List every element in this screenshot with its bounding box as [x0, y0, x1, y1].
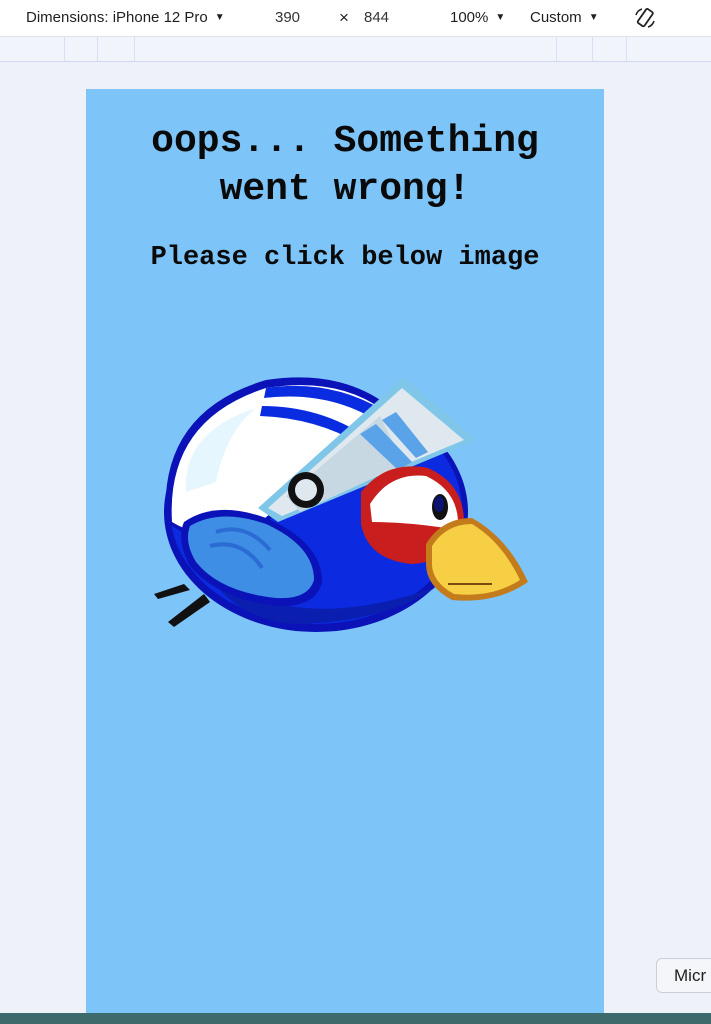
chevron-down-icon: ▼	[495, 12, 506, 23]
zoom-label: 100%	[450, 9, 489, 26]
device-label: Dimensions: iPhone 12 Pro	[26, 9, 208, 26]
device-toolbar: Dimensions: iPhone 12 Pro ▼ 390 × 844 10…	[0, 0, 711, 36]
chevron-down-icon: ▼	[588, 12, 599, 23]
page-title: oops... Something went wrong!	[86, 118, 604, 214]
rotate-device-icon	[635, 8, 655, 28]
ruler-segment	[134, 37, 135, 61]
side-button[interactable]: Micr	[656, 958, 711, 993]
media-query-ruler	[0, 36, 711, 62]
title-line-2: went wrong!	[219, 168, 471, 211]
ruler-segment	[626, 37, 627, 61]
throttle-select[interactable]: Custom ▼	[530, 9, 599, 26]
chevron-down-icon: ▼	[214, 12, 225, 23]
instruction-text: Please click below image	[150, 243, 540, 273]
title-line-1: oops... Something	[151, 120, 539, 163]
rotate-device-button[interactable]	[633, 6, 657, 30]
ruler-segment	[64, 37, 65, 61]
times-icon: ×	[339, 8, 349, 27]
side-button-label: Micr	[674, 965, 707, 985]
ruler-segment	[592, 37, 593, 61]
ruler-segment	[556, 37, 557, 61]
device-select[interactable]: Dimensions: iPhone 12 Pro ▼	[26, 9, 225, 26]
height-input[interactable]: 844	[364, 9, 389, 26]
zoom-select[interactable]: 100% ▼	[450, 9, 505, 26]
width-input[interactable]: 390	[275, 9, 300, 26]
blue-bird-helmet-illustration	[154, 377, 528, 632]
bird-image-link[interactable]	[146, 372, 538, 634]
ruler-segment	[97, 37, 98, 61]
throttle-label: Custom	[530, 9, 582, 26]
bottom-edge-bar	[0, 1013, 711, 1024]
